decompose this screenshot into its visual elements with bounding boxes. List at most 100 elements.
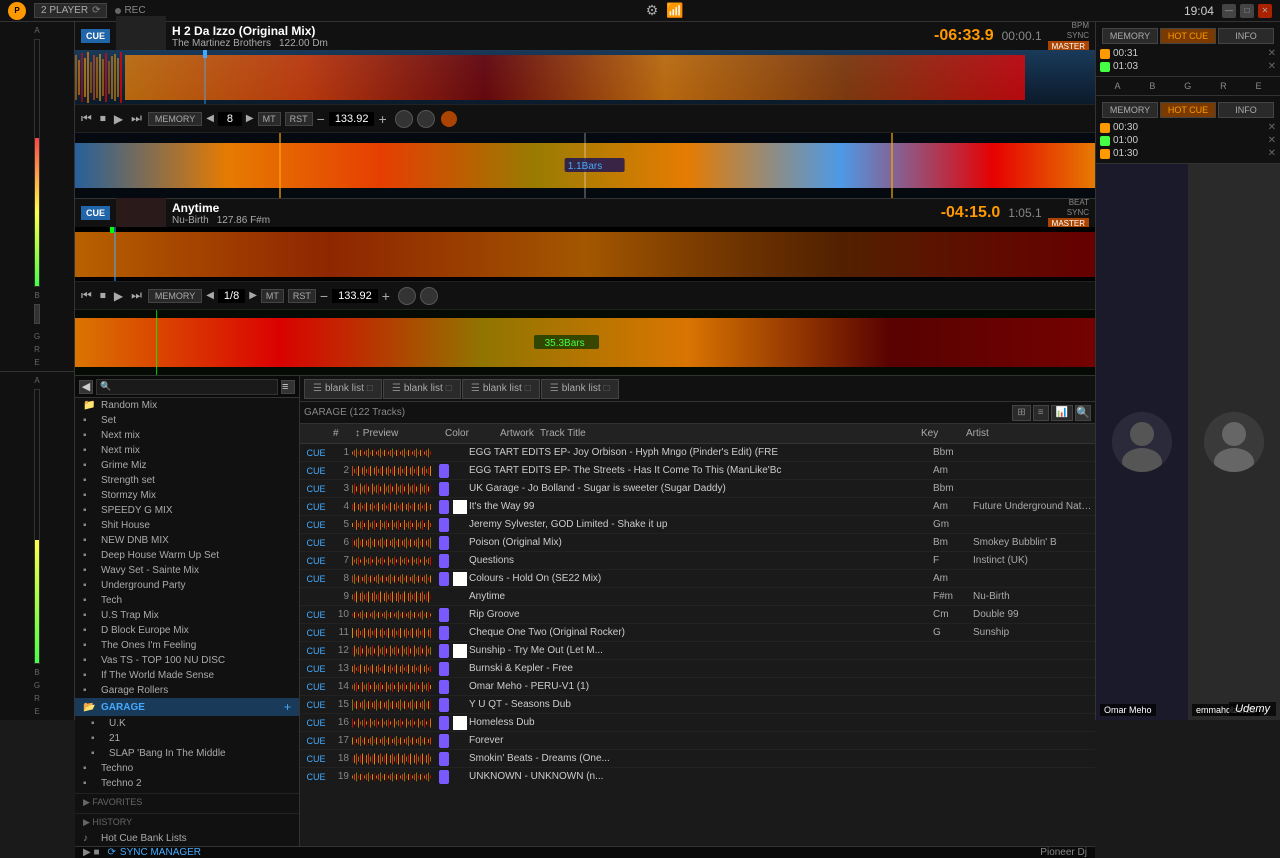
list-view-btn[interactable]: ≡ — [281, 380, 295, 394]
track-row[interactable]: CUE 10 Rip Groove Cm Double 99 — [300, 606, 1095, 624]
track-row[interactable]: CUE 14 Omar Meho - PERU-V1 (1) — [300, 678, 1095, 696]
track-row[interactable]: CUE 16 Homeless Dub — [300, 714, 1095, 732]
sidebar-item-grimemiz[interactable]: ▪ Grime Miz — [75, 458, 299, 473]
track-cue[interactable]: CUE — [302, 682, 330, 692]
sidebar-item-strengthset[interactable]: ▪ Strength set — [75, 473, 299, 488]
deck2-pitch-minus[interactable]: − — [320, 288, 328, 304]
search-tracks-btn[interactable]: 🔍 — [1075, 405, 1091, 421]
sidebar-item-dblock[interactable]: ▪ D Block Europe Mix — [75, 623, 299, 638]
deck1-mt-button[interactable]: MT — [258, 112, 281, 126]
deck2-mt-button[interactable]: MT — [261, 289, 284, 303]
track-row[interactable]: CUE 7 Questions F Instinct (UK) — [300, 552, 1095, 570]
sidebar-item-speedyg[interactable]: ▪ SPEEDY G MIX — [75, 503, 299, 518]
deck1-info-rp-btn[interactable]: INFO — [1218, 28, 1274, 44]
sync-manager-button[interactable]: ⟳ SYNC MANAGER — [108, 847, 202, 858]
track-row[interactable]: CUE 5 Jeremy Sylvester, GOD Limited - Sh… — [300, 516, 1095, 534]
track-row[interactable]: CUE 18 Smokin' Beats - Dreams (One... — [300, 750, 1095, 768]
deck2-next-button[interactable]: ⏭ — [129, 286, 144, 305]
track-row[interactable]: CUE 12 Sunship - Try Me Out (Let M... — [300, 642, 1095, 660]
deck1-next-button[interactable]: ⏭ — [129, 109, 144, 128]
deck2-info-rp-btn[interactable]: INFO — [1218, 102, 1274, 118]
deck1-eq-mid[interactable] — [417, 110, 435, 128]
grid-view-btn[interactable]: ⊞ — [1012, 405, 1030, 421]
sidebar-item-hotcuebankslists[interactable]: ♪ Hot Cue Bank Lists — [75, 831, 299, 846]
sidebar-item-ustrap[interactable]: ▪ U.S Trap Mix — [75, 608, 299, 623]
sidebar-item-techno2[interactable]: ▪ Techno 2 — [75, 776, 299, 791]
deck2-eq-high[interactable] — [398, 287, 416, 305]
tab2-close[interactable]: □ — [446, 383, 452, 394]
deck2-cue-button[interactable]: CUE — [81, 206, 110, 220]
sidebar-item-wavyset[interactable]: ▪ Wavy Set - Sainte Mix — [75, 563, 299, 578]
track-cue[interactable]: CUE — [302, 628, 330, 638]
track-cue[interactable]: CUE — [302, 538, 330, 548]
deck2-memory-rp-btn[interactable]: MEMORY — [1102, 102, 1158, 118]
track-cue[interactable]: CUE — [302, 610, 330, 620]
lib-tab-1[interactable]: ☰ blank list □ — [304, 379, 382, 399]
sidebar-item-tech[interactable]: ▪ Tech — [75, 593, 299, 608]
track-cue[interactable]: CUE — [302, 772, 330, 782]
deck1-cue-close-1[interactable]: ✕ — [1268, 48, 1276, 59]
minimize-button[interactable]: — — [1222, 4, 1236, 18]
track-row[interactable]: CUE 15 Y U QT - Seasons Dub — [300, 696, 1095, 714]
track-row[interactable]: CUE 2 EGG TART EDITS EP- The Streets - H… — [300, 462, 1095, 480]
sidebar-item-uk[interactable]: ▪ U.K — [75, 716, 299, 731]
sidebar-item-shithouse[interactable]: ▪ Shit House — [75, 518, 299, 533]
col-num[interactable]: # — [330, 428, 352, 439]
tab4-close[interactable]: □ — [604, 383, 610, 394]
deck2-memory-button[interactable]: MEMORY — [148, 289, 202, 303]
sidebar-item-newdnb[interactable]: ▪ NEW DNB MIX — [75, 533, 299, 548]
deck2-cue-close-2[interactable]: ✕ — [1268, 135, 1276, 146]
col-artist[interactable]: Artist — [963, 428, 1093, 439]
track-row[interactable]: CUE 4 It's the Way 99 Am Future Undergro… — [300, 498, 1095, 516]
col-color[interactable]: Color — [442, 428, 497, 439]
sidebar-item-nextmix2[interactable]: ▪ Next mix — [75, 443, 299, 458]
col-preview[interactable]: ↕ Preview — [352, 428, 442, 439]
sidebar-collapse-btn[interactable]: ◀ — [79, 380, 93, 394]
deck1-cue-button[interactable]: CUE — [81, 29, 110, 43]
col-key[interactable]: Key — [918, 428, 963, 439]
track-cue[interactable]: CUE — [302, 520, 330, 530]
track-cue[interactable]: CUE — [302, 484, 330, 494]
sidebar-item-underground[interactable]: ▪ Underground Party — [75, 578, 299, 593]
track-cue[interactable]: CUE — [302, 574, 330, 584]
track-row[interactable]: CUE 8 Colours - Hold On (SE22 Mix) Am — [300, 570, 1095, 588]
deck1-pitch-plus[interactable]: + — [378, 111, 386, 127]
track-cue[interactable]: CUE — [302, 502, 330, 512]
deck1-beat-next[interactable]: ▶ — [246, 113, 254, 124]
deck1-eq-high[interactable] — [395, 110, 413, 128]
track-row[interactable]: CUE 13 Burnski & Kepler - Free — [300, 660, 1095, 678]
sidebar-item-stormzy[interactable]: ▪ Stormzy Mix — [75, 488, 299, 503]
favorites-toggle[interactable]: ▶ Favorites — [83, 797, 142, 807]
track-row[interactable]: CUE 19 UNKNOWN - UNKNOWN (n... — [300, 768, 1095, 784]
sidebar-item-set[interactable]: ▪ Set — [75, 413, 299, 428]
track-row[interactable]: CUE 1 EGG TART EDITS EP- Joy Orbison - H… — [300, 444, 1095, 462]
history-toggle[interactable]: ▶ History — [83, 817, 132, 827]
search-box[interactable]: 🔍 — [96, 379, 278, 395]
sidebar-item-techno[interactable]: ▪ Techno — [75, 761, 299, 776]
sidebar-item-randommix[interactable]: 📁 Random Mix — [75, 398, 299, 413]
track-cue[interactable]: CUE — [302, 700, 330, 710]
deck2-prev-button[interactable]: ⏮ — [79, 286, 94, 305]
deck1-memory-button[interactable]: MEMORY — [148, 112, 202, 126]
deck2-cue-close-1[interactable]: ✕ — [1268, 122, 1276, 133]
track-cue[interactable]: CUE — [302, 466, 330, 476]
info-view-btn[interactable]: 📊 — [1051, 405, 1073, 421]
lib-tab-2[interactable]: ☰ blank list □ — [383, 379, 461, 399]
close-button[interactable]: ✕ — [1258, 4, 1272, 18]
deck1-prev-button[interactable]: ⏮ — [79, 109, 94, 128]
deck1-cue-close-2[interactable]: ✕ — [1268, 61, 1276, 72]
sidebar-item-garage[interactable]: 📂 GARAGE + — [75, 698, 299, 716]
lib-tab-4[interactable]: ☰ blank list □ — [541, 379, 619, 399]
list-view-btn[interactable]: ≡ — [1033, 405, 1049, 421]
track-cue[interactable]: CUE — [302, 646, 330, 656]
deck2-play-button[interactable]: ▶ — [112, 287, 125, 305]
deck1-hotcue-rp-btn[interactable]: HOT CUE — [1160, 28, 1216, 44]
track-cue[interactable]: CUE — [302, 448, 330, 458]
rec-button[interactable]: REC — [115, 5, 145, 16]
lib-tab-3[interactable]: ☰ blank list □ — [462, 379, 540, 399]
sidebar-item-deephousewarm[interactable]: ▪ Deep House Warm Up Set — [75, 548, 299, 563]
track-cue[interactable]: CUE — [302, 754, 330, 764]
deck2-rst-button[interactable]: RST — [288, 289, 316, 303]
deck1-play-button[interactable]: ▶ — [112, 110, 125, 128]
sidebar-item-nextmix1[interactable]: ▪ Next mix — [75, 428, 299, 443]
